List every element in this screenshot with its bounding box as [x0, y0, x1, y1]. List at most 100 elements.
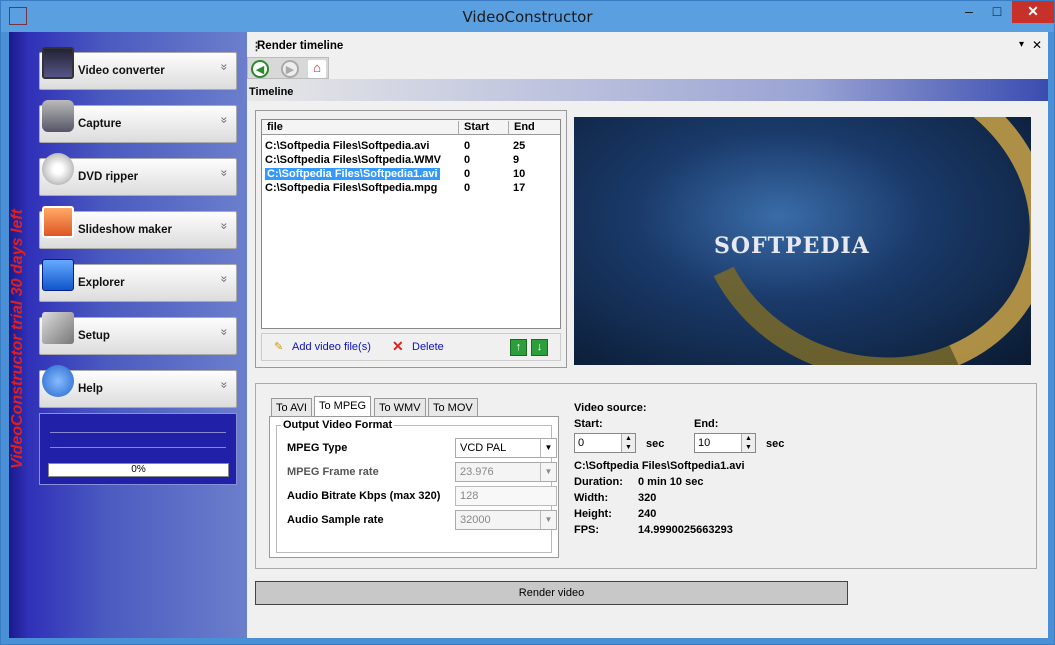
add-video-button[interactable]: Add video file(s): [292, 341, 371, 353]
chevron-down-icon: »: [217, 169, 232, 177]
column-header-file[interactable]: file: [262, 121, 459, 135]
minimize-button[interactable]: –: [956, 1, 982, 23]
duration-value: 0 min 10 sec: [638, 476, 704, 488]
tab-to-wmv[interactable]: To WMV: [374, 398, 426, 416]
preview-logo-text: SOFTPEDIA: [714, 233, 870, 259]
spin-down-icon[interactable]: ▼: [745, 444, 752, 451]
cell-end: 17: [513, 182, 526, 194]
panel-dropdown-icon[interactable]: ▾: [1019, 39, 1024, 50]
table-row[interactable]: C:\Softpedia Files\Softpedia.WMV 0 9: [264, 154, 560, 168]
sidebar-item-label: Capture: [78, 118, 122, 130]
cell-file: C:\Softpedia Files\Softpedia.WMV: [265, 154, 442, 166]
source-file: C:\Softpedia Files\Softpedia1.avi: [574, 460, 745, 472]
spinner-buttons[interactable]: ▲ ▼: [741, 434, 755, 452]
chevron-down-icon: »: [217, 275, 232, 283]
list-header: file Start End: [262, 120, 560, 135]
width-label: Width:: [574, 492, 609, 504]
sidebar-item-label: Setup: [78, 330, 110, 342]
info-icon: [42, 365, 74, 397]
film-icon: [42, 47, 74, 79]
frame-rate-label: MPEG Frame rate: [287, 466, 379, 478]
move-up-button[interactable]: ↑: [510, 339, 527, 356]
spinner-buttons[interactable]: ▲ ▼: [621, 434, 635, 452]
render-video-button[interactable]: Render video: [255, 581, 848, 605]
cell-start: 0: [464, 154, 471, 166]
trial-banner: VideoConstructor trial 30 days left: [9, 209, 26, 469]
table-row[interactable]: C:\Softpedia Files\Softpedia.avi 0 25: [264, 140, 560, 154]
fps-label: FPS:: [574, 524, 600, 536]
audio-bitrate-label: Audio Bitrate Kbps (max 320): [287, 490, 441, 502]
timeline-panel: file Start End C:\Softpedia Files\Softpe…: [255, 110, 567, 368]
divider: [50, 447, 226, 448]
chevron-down-icon: »: [217, 222, 232, 230]
spin-down-icon[interactable]: ▼: [625, 444, 632, 451]
frame-rate-value: 23.976: [460, 466, 494, 478]
camera-icon: [42, 100, 74, 132]
dvd-icon: [42, 153, 74, 185]
duration-label: Duration:: [574, 476, 623, 488]
sample-rate-value: 32000: [460, 514, 491, 526]
mpeg-type-label: MPEG Type: [287, 442, 348, 454]
mpeg-type-select[interactable]: VCD PAL ▼: [455, 438, 557, 458]
progress-bar: 0%: [48, 463, 229, 477]
sidebar-item-slideshow-maker[interactable]: Slideshow maker »: [39, 206, 237, 249]
section-header: Timeline: [247, 79, 1048, 101]
title-bar[interactable]: VideoConstructor – □ ✕: [1, 1, 1054, 32]
back-button[interactable]: ◀: [251, 60, 269, 78]
cell-end: 25: [513, 140, 526, 152]
cell-end: 9: [513, 154, 520, 166]
video-preview[interactable]: SOFTPEDIA: [574, 117, 1031, 365]
mpeg-type-value: VCD PAL: [460, 442, 507, 454]
sidebar-item-label: Slideshow maker: [78, 224, 172, 236]
home-button[interactable]: ⌂: [308, 60, 326, 78]
height-value: 240: [638, 508, 657, 520]
tab-content: Output Video Format MPEG Type VCD PAL ▼ …: [269, 416, 559, 558]
spin-up-icon[interactable]: ▲: [625, 435, 632, 442]
window-title: VideoConstructor: [462, 8, 593, 26]
start-spinner[interactable]: 0 ▲ ▼: [574, 433, 636, 453]
sample-rate-select[interactable]: 32000 ▼: [455, 510, 557, 530]
table-row-selected[interactable]: C:\Softpedia Files\Softpedia1.avi 0 10: [264, 168, 560, 182]
end-value: 10: [698, 437, 711, 449]
tab-to-avi[interactable]: To AVI: [271, 398, 312, 416]
column-header-end[interactable]: End: [509, 121, 559, 135]
nav-toolbar: ◀ ▶ ⌂: [247, 57, 329, 79]
start-value: 0: [578, 437, 585, 449]
file-list[interactable]: file Start End C:\Softpedia Files\Softpe…: [261, 119, 561, 329]
delete-button[interactable]: Delete: [412, 341, 444, 353]
tab-to-mpeg[interactable]: To MPEG: [314, 396, 372, 417]
column-header-start[interactable]: Start: [459, 121, 509, 135]
tools-icon: [42, 312, 74, 344]
forward-button[interactable]: ▶: [281, 60, 299, 78]
fps-value: 14.9990025663293: [638, 524, 733, 536]
output-format-group: Output Video Format MPEG Type VCD PAL ▼ …: [276, 419, 557, 553]
sidebar-item-capture[interactable]: Capture »: [39, 100, 237, 143]
sidebar-item-setup[interactable]: Setup »: [39, 312, 237, 355]
audio-bitrate-input[interactable]: 128: [455, 486, 557, 506]
cell-file: C:\Softpedia Files\Softpedia1.avi: [265, 168, 440, 180]
sidebar-item-explorer[interactable]: Explorer »: [39, 259, 237, 302]
sidebar-item-label: Help: [78, 383, 103, 395]
tab-to-mov[interactable]: To MOV: [428, 398, 478, 416]
move-down-button[interactable]: ↓: [531, 339, 548, 356]
spin-up-icon[interactable]: ▲: [745, 435, 752, 442]
checkbox-icon: [42, 259, 74, 291]
list-toolbar: ✎ Add video file(s) ✕ Delete ↑ ↓: [261, 333, 561, 361]
chevron-down-icon: ▼: [540, 463, 556, 481]
delete-icon: ✕: [392, 338, 404, 354]
sidebar-item-help[interactable]: Help »: [39, 365, 237, 408]
frame-rate-select[interactable]: 23.976 ▼: [455, 462, 557, 482]
sidebar-item-dvd-ripper[interactable]: DVD ripper »: [39, 153, 237, 196]
height-label: Height:: [574, 508, 612, 520]
table-row[interactable]: C:\Softpedia Files\Softpedia.mpg 0 17: [264, 182, 560, 196]
panel-close-button[interactable]: ✕: [1032, 38, 1042, 52]
width-value: 320: [638, 492, 657, 504]
section-title: Timeline: [249, 86, 294, 98]
close-button[interactable]: ✕: [1012, 1, 1054, 23]
divider: [50, 432, 226, 433]
render-settings-panel: To AVI To MPEG To WMV To MOV Output Vide…: [255, 383, 1037, 569]
maximize-button[interactable]: □: [984, 1, 1010, 23]
sidebar-item-video-converter[interactable]: Video converter »: [39, 47, 237, 90]
chevron-down-icon: »: [217, 381, 232, 389]
end-spinner[interactable]: 10 ▲ ▼: [694, 433, 756, 453]
